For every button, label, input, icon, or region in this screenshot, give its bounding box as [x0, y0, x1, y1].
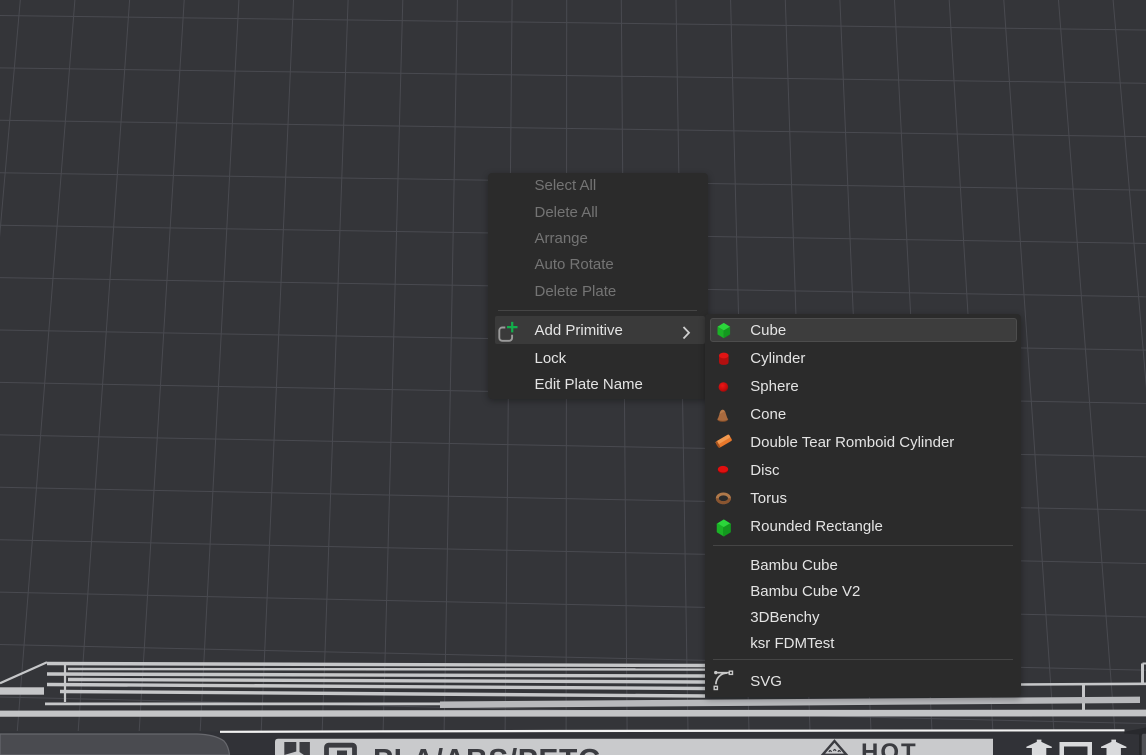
- svg-text:HOT: HOT: [861, 739, 918, 755]
- svg-text:PLA/ABS/PETG: PLA/ABS/PETG: [373, 743, 602, 755]
